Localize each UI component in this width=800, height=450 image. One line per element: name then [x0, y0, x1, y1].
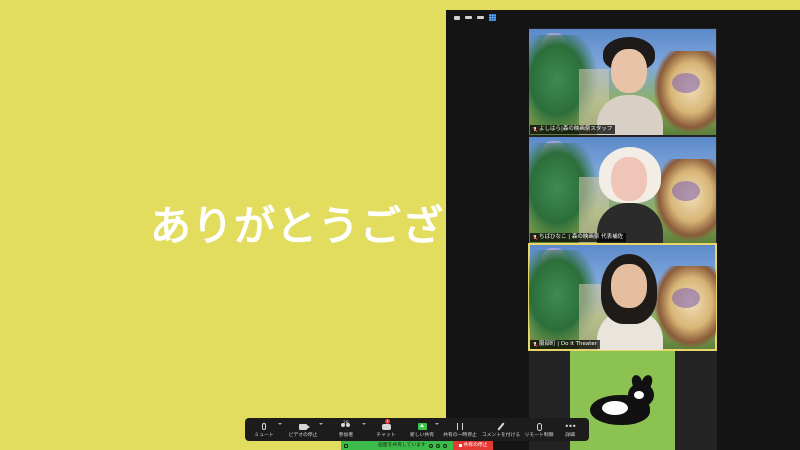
- mic-muted-icon: [532, 126, 537, 133]
- smiley-icon[interactable]: [442, 443, 447, 448]
- chevron-down-icon[interactable]: [319, 423, 323, 425]
- shared-slide-text: ありがとうござい: [150, 202, 450, 250]
- chevron-down-icon[interactable]: [435, 423, 439, 425]
- mic-muted-icon: [532, 341, 537, 348]
- mouse-icon: [536, 422, 542, 431]
- stop-icon: [458, 444, 462, 447]
- more-button[interactable]: ••• 詳細: [559, 418, 581, 441]
- remote-control-button[interactable]: リモート制御: [523, 418, 555, 441]
- participant-video: [597, 37, 663, 135]
- participant-name-label: ちばひなこ | 森の映画祭 代表補佐: [530, 233, 627, 242]
- video-camera-icon: [299, 423, 310, 430]
- participant-name-label: 服部町 | Do it Theater: [530, 340, 601, 349]
- microphone-icon: [262, 423, 266, 430]
- participant-name-label: よしはら|森の映画祭スタッフ: [530, 125, 616, 134]
- pause-share-button[interactable]: 共有の一時停止: [441, 418, 479, 441]
- share-status: 画面を共有しています: [341, 441, 453, 450]
- gallery-view-icon[interactable]: [489, 14, 496, 21]
- audio-icon[interactable]: [428, 443, 433, 448]
- minimize-video-icon[interactable]: [454, 15, 460, 20]
- chat-button[interactable]: 1 チャット: [371, 418, 401, 441]
- meeting-toolbar: ミュート ビデオの停止 28 参加者 1 チャット 新しい共有 共有の一時停止 …: [245, 418, 589, 441]
- new-share-button[interactable]: 新しい共有: [407, 418, 439, 441]
- hide-video-icon[interactable]: [465, 16, 472, 19]
- annotate-button[interactable]: コメントを付ける: [481, 418, 521, 441]
- chevron-down-icon[interactable]: [278, 423, 282, 425]
- participant-tile-1[interactable]: よしはら|森の映画祭スタッフ: [529, 29, 716, 135]
- chat-bubble-icon: [381, 423, 391, 430]
- participant-video: [597, 252, 663, 350]
- pause-icon: [457, 423, 463, 430]
- stop-share-button[interactable]: 共有の停止: [453, 441, 493, 450]
- participant-tile-3-active-speaker[interactable]: 服部町 | Do it Theater: [528, 243, 717, 351]
- dog-avatar-image: [584, 373, 662, 429]
- view-controls: [454, 14, 496, 21]
- share-screen-icon: [417, 423, 427, 430]
- participants-button[interactable]: 28 参加者: [329, 418, 366, 441]
- stop-video-button[interactable]: ビデオの停止: [283, 418, 323, 441]
- more-dots-icon: •••: [564, 421, 576, 431]
- phone-icon: [344, 443, 348, 448]
- participant-tile-2[interactable]: ちばひなこ | 森の映画祭 代表補佐: [529, 137, 716, 243]
- participant-video: [597, 145, 663, 243]
- mute-button[interactable]: ミュート: [249, 418, 282, 441]
- chevron-down-icon[interactable]: [362, 423, 366, 425]
- video-icon[interactable]: [435, 443, 440, 448]
- chat-unread-badge: 1: [385, 419, 390, 424]
- pen-icon: [497, 422, 505, 431]
- mic-muted-icon: [532, 234, 537, 241]
- speaker-view-icon[interactable]: [477, 16, 484, 19]
- screen-share-bar: 画面を共有しています 共有の停止: [341, 441, 493, 450]
